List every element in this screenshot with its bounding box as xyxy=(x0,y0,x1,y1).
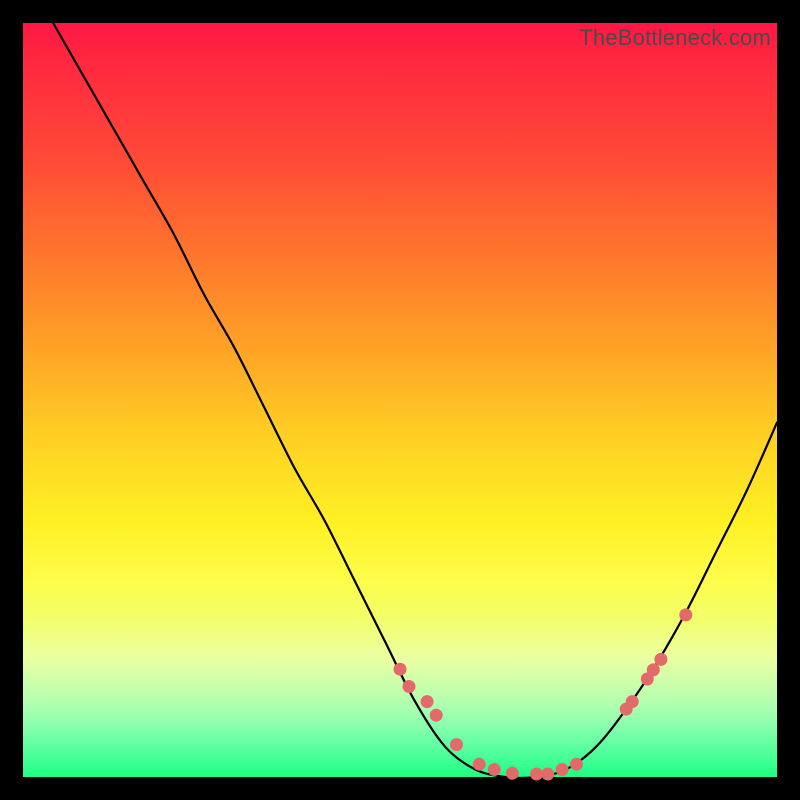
data-point xyxy=(450,738,463,751)
plot-area: TheBottleneck.com xyxy=(23,23,777,777)
data-point xyxy=(506,767,519,780)
data-point xyxy=(403,680,416,693)
data-point xyxy=(530,768,543,781)
bottleneck-curve xyxy=(53,23,777,778)
chart-frame: TheBottleneck.com xyxy=(0,0,800,800)
data-point xyxy=(430,709,443,722)
data-point xyxy=(626,695,639,708)
data-point xyxy=(473,758,486,771)
data-point xyxy=(570,758,583,771)
data-point xyxy=(488,763,501,776)
data-point xyxy=(421,695,434,708)
markers-group xyxy=(394,608,693,780)
data-point xyxy=(647,663,660,676)
data-point xyxy=(679,608,692,621)
data-point xyxy=(541,768,554,781)
data-point xyxy=(654,653,667,666)
data-point xyxy=(394,663,407,676)
curve-layer xyxy=(23,23,777,777)
data-point xyxy=(556,763,569,776)
